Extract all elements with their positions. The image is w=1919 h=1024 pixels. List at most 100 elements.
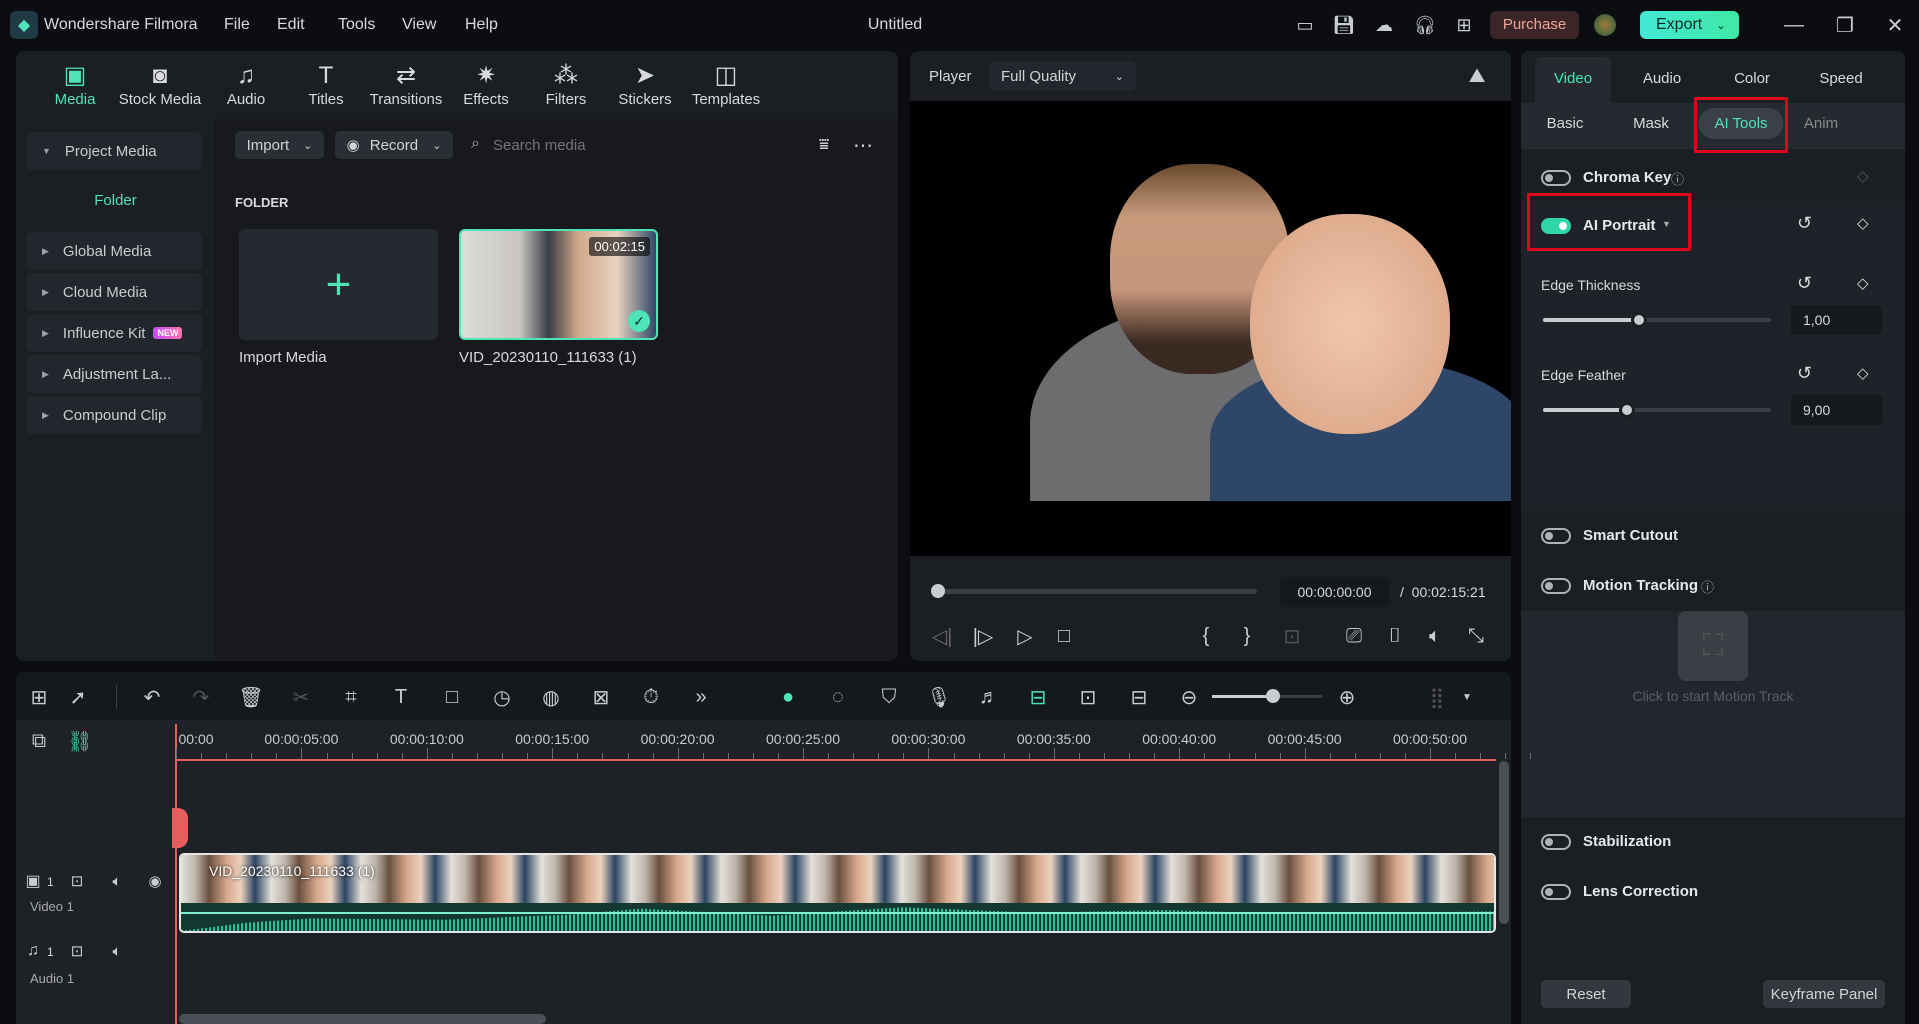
mute-icon[interactable]: 🔈︎ xyxy=(102,936,132,966)
horizontal-scrollbar[interactable] xyxy=(179,1014,546,1024)
previous-frame-icon[interactable]: ◁| xyxy=(927,621,957,651)
chevron-down-icon[interactable]: ▼ xyxy=(1452,682,1482,712)
sidebar-item-4[interactable]: ▶ Compound Clip xyxy=(26,396,202,434)
timeline-zoom-slider[interactable] xyxy=(1212,689,1322,703)
search-media-input[interactable] xyxy=(493,131,693,159)
cloud-upload-icon[interactable]: ☁ xyxy=(1369,10,1399,40)
sidebar-item-3[interactable]: ▶ Adjustment La... xyxy=(26,355,202,393)
sidebar-item-1[interactable]: ▶ Cloud Media xyxy=(26,273,202,311)
edge-thickness-slider[interactable] xyxy=(1543,312,1771,328)
crop-icon[interactable]: ⌗ xyxy=(336,682,366,712)
cut-icon[interactable]: ✂ xyxy=(286,682,316,712)
marker-icon[interactable]: ⛉ xyxy=(874,682,904,712)
more-icon[interactable]: » xyxy=(686,682,716,712)
tab-templates[interactable]: ◫ Templates xyxy=(692,61,760,108)
keyframe-icon[interactable]: ◇ xyxy=(1857,274,1869,292)
motion-track-hint[interactable]: Click to start Motion Track xyxy=(1521,688,1905,704)
vertical-scrollbar[interactable] xyxy=(1499,761,1509,924)
pointer-icon[interactable]: ➚ xyxy=(63,682,93,712)
minimize-icon[interactable]: — xyxy=(1779,10,1809,40)
progress-knob[interactable] xyxy=(931,584,945,598)
edge-thickness-value[interactable]: 1,00 xyxy=(1791,305,1882,335)
save-icon[interactable]: 💾︎ xyxy=(1329,10,1359,40)
tab-stickers[interactable]: ➤ Stickers xyxy=(618,61,671,108)
music-list-icon[interactable]: ♬ xyxy=(974,682,1004,712)
apps-grid-icon[interactable]: ⊞ xyxy=(1449,10,1479,40)
keyframe-icon[interactable]: ◇ xyxy=(1857,364,1869,382)
subtab-ai-tools[interactable]: AI Tools xyxy=(1698,108,1784,139)
tab-audio[interactable]: Audio xyxy=(1643,70,1681,87)
layout-icon[interactable]: ▭ xyxy=(1290,10,1320,40)
mark-out-icon[interactable]: } xyxy=(1232,621,1262,651)
export-button[interactable]: Export ⌄ xyxy=(1640,11,1739,39)
menu-file[interactable]: File xyxy=(224,16,250,34)
help-icon[interactable]: ⓘ xyxy=(1671,169,1684,188)
playhead[interactable] xyxy=(175,724,177,1024)
help-icon[interactable]: ⓘ xyxy=(1701,577,1714,596)
redo-icon[interactable]: ↷ xyxy=(186,682,216,712)
insert-icon[interactable]: ⊡ xyxy=(1277,621,1307,651)
ai-robot-icon[interactable]: ● xyxy=(773,682,803,712)
zoom-out-icon[interactable]: ⊖ xyxy=(1174,682,1204,712)
tab-transitions[interactable]: ⇄ Transitions xyxy=(370,61,443,108)
play-icon[interactable]: ▷ xyxy=(1010,621,1040,651)
snapshot-icon[interactable]: ⌷ xyxy=(1380,621,1410,651)
microphone-icon[interactable]: 🎙︎ xyxy=(924,682,954,712)
tab-media[interactable]: ▣ Media xyxy=(55,61,96,108)
smart-cutout-toggle[interactable] xyxy=(1541,528,1571,544)
menu-view[interactable]: View xyxy=(402,16,436,34)
mute-icon[interactable]: 🔈︎ xyxy=(102,866,132,896)
chroma-key-toggle[interactable] xyxy=(1541,170,1571,186)
video-preview[interactable] xyxy=(910,101,1511,556)
current-time[interactable]: 00:00:00:00 xyxy=(1280,577,1389,607)
next-frame-icon[interactable]: |▷ xyxy=(968,621,998,651)
tab-color[interactable]: Color xyxy=(1734,70,1770,87)
playhead-handle[interactable] xyxy=(172,808,188,848)
quality-dropdown[interactable]: Full Quality ⌄ xyxy=(989,61,1136,91)
multi-select-icon[interactable]: ⊞ xyxy=(24,682,54,712)
link-icon[interactable]: ⛓ xyxy=(65,726,95,756)
undo-icon[interactable]: ↶ xyxy=(137,682,167,712)
reset-icon[interactable]: ↺ xyxy=(1797,273,1812,294)
lens-correction-toggle[interactable] xyxy=(1541,884,1571,900)
shape-icon[interactable]: □ xyxy=(437,682,467,712)
snap-icon[interactable]: ⊟ xyxy=(1023,682,1053,712)
keyframe-icon[interactable]: ◇ xyxy=(1857,167,1869,185)
tab-stock-media[interactable]: ◙ Stock Media xyxy=(119,61,202,108)
tab-speed[interactable]: Speed xyxy=(1819,70,1862,87)
portrait-icon[interactable]: ⊠ xyxy=(586,682,616,712)
headset-icon[interactable]: 🎧︎ xyxy=(1410,10,1440,40)
sidebar-item-2[interactable]: ▶ Influence Kit NEW xyxy=(26,314,202,352)
sidebar-item-0[interactable]: ▶ Global Media xyxy=(26,232,202,270)
render-icon[interactable]: ◌ xyxy=(823,682,853,712)
tab-filters[interactable]: ⁂ Filters xyxy=(546,61,587,108)
clip-settings-icon[interactable]: ⊡ xyxy=(1073,682,1103,712)
menu-help[interactable]: Help xyxy=(465,16,498,34)
reset-button[interactable]: Reset xyxy=(1541,980,1631,1008)
timer-icon[interactable]: ⏱︎ xyxy=(636,682,666,712)
volume-icon[interactable]: 🔈︎ xyxy=(1420,621,1450,651)
subtab-basic[interactable]: Basic xyxy=(1531,108,1600,139)
video-clip-thumbnail[interactable]: 00:02:15 ✓ xyxy=(459,229,658,340)
lock-icon[interactable]: ⊡ xyxy=(62,866,92,896)
motion-tracking-toggle[interactable] xyxy=(1541,578,1571,594)
zoom-in-icon[interactable]: ⊕ xyxy=(1332,682,1362,712)
tab-video[interactable]: Video xyxy=(1554,70,1592,87)
sidebar-folder[interactable]: Folder xyxy=(16,192,215,209)
sidebar-project-media[interactable]: ▼ Project Media xyxy=(26,132,202,170)
fit-icon[interactable]: ⊟ xyxy=(1124,682,1154,712)
keyframe-panel-button[interactable]: Keyframe Panel xyxy=(1763,980,1885,1008)
menu-edit[interactable]: Edit xyxy=(277,16,305,34)
stabilization-toggle[interactable] xyxy=(1541,834,1571,850)
preview-image-icon[interactable]: ⛰ xyxy=(1462,61,1492,91)
delete-icon[interactable]: 🗑︎ xyxy=(236,682,266,712)
tab-audio[interactable]: ♫ Audio xyxy=(227,61,265,108)
motion-track-icon[interactable]: ⛶ xyxy=(1678,611,1748,681)
playback-progress[interactable] xyxy=(931,584,1257,598)
video-clip[interactable]: VID_20230110_111633 (1) xyxy=(179,853,1496,933)
mark-in-icon[interactable]: { xyxy=(1191,621,1221,651)
record-dropdown[interactable]: ◉ Record ⌄ xyxy=(335,131,453,159)
reset-icon[interactable]: ↺ xyxy=(1797,363,1812,384)
import-media-tile[interactable]: + xyxy=(239,229,438,340)
filter-icon[interactable]: ⩸ xyxy=(809,130,839,160)
